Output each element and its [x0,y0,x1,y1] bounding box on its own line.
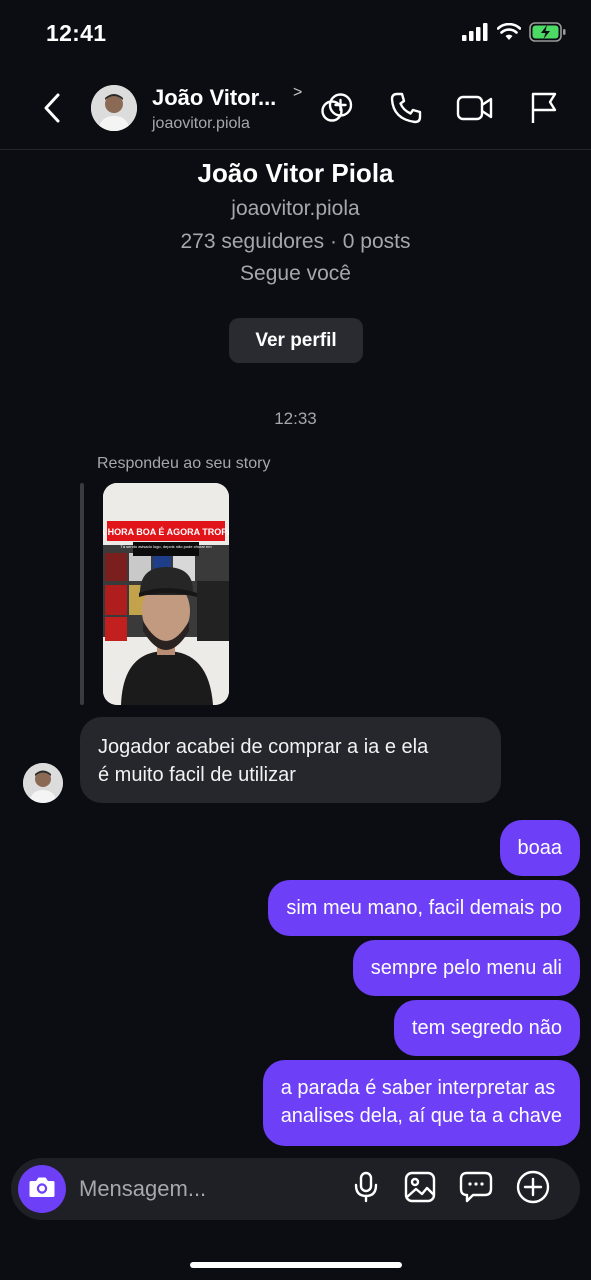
view-profile-button[interactable]: Ver perfil [229,318,363,363]
message-input[interactable] [79,1175,339,1203]
svg-text:A HORA BOA É AGORA TROPA: A HORA BOA É AGORA TROPA [103,527,229,537]
report-button[interactable] [524,90,564,130]
story-reply-label: Respondeu ao seu story [97,455,271,472]
sticker-chat-icon [459,1171,493,1208]
outgoing-message[interactable]: a parada é saber interpretar as analises… [262,1060,580,1146]
story-thumbnail[interactable]: A HORA BOA É AGORA TROPA Tá sendo avisad… [103,483,229,705]
outgoing-message[interactable]: sim meu mano, facil demais po [268,880,580,936]
outgoing-message[interactable]: boaa [499,820,580,876]
camera-button[interactable] [18,1165,66,1213]
video-camera-icon [456,93,494,128]
chevron-right-icon[interactable]: > [293,84,302,102]
profile-stats: 273 seguidores · 0 posts [180,230,411,253]
message-line: a parada é saber interpretar as [280,1077,556,1099]
profile-name: João Vitor Piola [197,158,394,188]
message-timestamp: 12:33 [274,409,317,428]
audio-call-button[interactable] [386,90,426,130]
message-line: analises dela, aí que ta a chave [280,1105,562,1127]
contact-username[interactable]: joaovitor.piola [152,115,250,133]
video-call-button[interactable] [455,90,495,130]
chat-header: João Vitor... > joaovitor.piola [0,70,591,150]
image-icon [404,1171,436,1208]
incoming-message[interactable]: Jogador acabei de comprar a ia e ela é m… [80,717,501,803]
camera-icon [28,1175,56,1204]
outgoing-message[interactable]: sempre pelo menu ali [352,940,580,996]
status-clock: 12:41 [46,20,107,46]
svg-text:Tá sendo avisado logo, depois: Tá sendo avisado logo, depois não pode c… [120,544,212,549]
signal-icon [461,23,489,46]
status-icons [461,22,567,47]
contact-name[interactable]: João Vitor... [152,85,276,111]
profile-username: joaovitor.piola [231,197,360,220]
battery-charging-icon [529,22,567,47]
plus-circle-icon [516,1170,550,1209]
flag-icon [529,91,559,130]
follows-you-label: Segue você [240,262,351,285]
wifi-icon [496,22,522,46]
message-line: Jogador acabei de comprar a ia e ela [98,736,429,758]
avatar[interactable] [23,763,63,803]
message-line: é muito facil de utilizar [98,764,296,786]
gallery-button[interactable] [400,1169,440,1209]
reply-indicator-bar [80,483,84,705]
avatar[interactable] [91,85,137,131]
microphone-icon [353,1171,379,1208]
outgoing-message[interactable]: tem segredo não [393,1000,580,1056]
message-composer [11,1158,580,1220]
phone-icon [389,91,423,130]
add-people-button[interactable] [317,90,357,130]
voice-message-button[interactable] [346,1169,386,1209]
add-people-icon [319,90,355,131]
sticker-button[interactable] [456,1169,496,1209]
home-indicator[interactable] [190,1262,402,1268]
more-options-button[interactable] [513,1169,553,1209]
back-chevron-icon [41,92,63,129]
back-button[interactable] [34,90,70,130]
status-bar: 12:41 [0,0,591,70]
